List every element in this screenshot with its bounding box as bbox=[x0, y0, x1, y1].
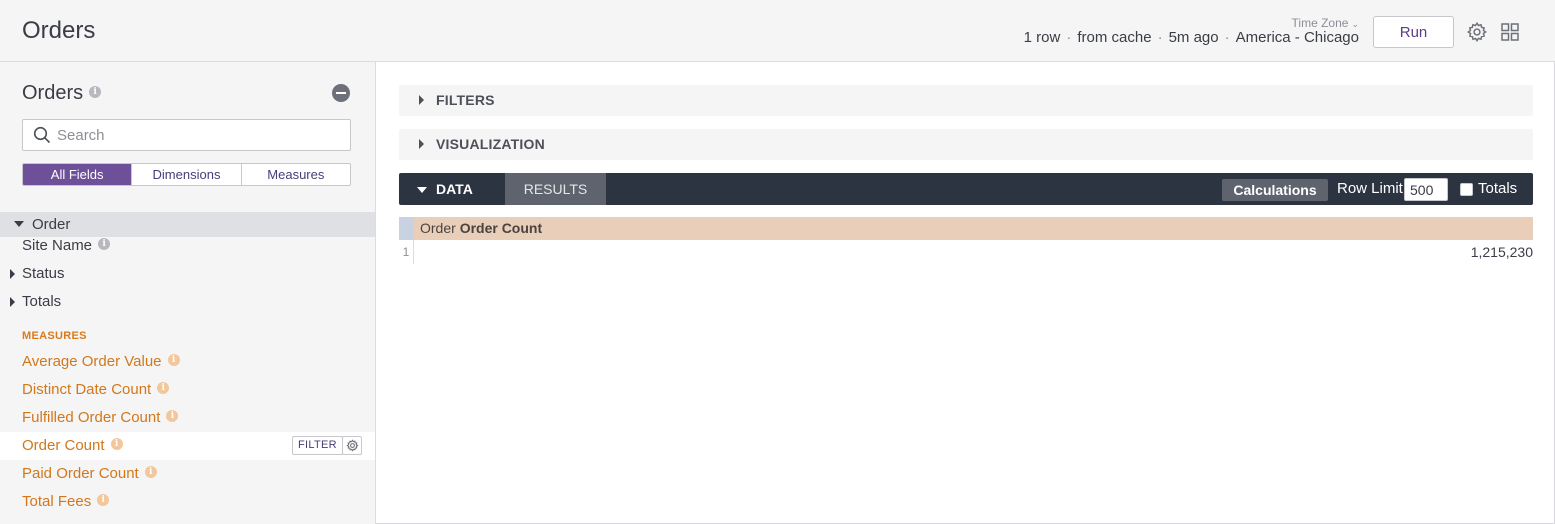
cell-order-count: 1,215,230 bbox=[1470, 244, 1533, 260]
dimension-label: Totals bbox=[22, 293, 62, 310]
row-limit-label: Row Limit bbox=[1337, 180, 1403, 197]
measure-label-text: Order Count bbox=[22, 437, 105, 454]
measure-average-order-value[interactable]: Average Order Value i bbox=[0, 348, 375, 376]
visualization-section[interactable]: VISUALIZATION bbox=[399, 129, 1533, 160]
search-input[interactable] bbox=[57, 120, 347, 150]
dimension-label-text: Site Name bbox=[22, 237, 93, 254]
info-icon[interactable]: i bbox=[97, 494, 110, 507]
filters-section[interactable]: FILTERS bbox=[399, 85, 1533, 116]
time-zone-label[interactable]: Time Zone ⌄ bbox=[1292, 16, 1359, 30]
tab-all-fields[interactable]: All Fields bbox=[23, 164, 133, 185]
row-limit-input[interactable] bbox=[1404, 178, 1448, 201]
filter-by-field-button[interactable]: FILTER bbox=[292, 436, 343, 455]
measure-total-fees[interactable]: Total Fees i bbox=[0, 488, 375, 516]
tab-dimensions[interactable]: Dimensions bbox=[132, 164, 242, 185]
visualization-label: VISUALIZATION bbox=[436, 136, 545, 152]
caret-right-icon bbox=[10, 297, 15, 307]
data-tab-label: DATA bbox=[436, 181, 473, 197]
dimension-group-status[interactable]: Status bbox=[0, 260, 375, 288]
info-icon[interactable]: i bbox=[166, 410, 179, 423]
table-header-row: Order Order Count bbox=[399, 217, 1533, 240]
column-header-order-count[interactable]: Order Order Count bbox=[420, 217, 542, 240]
totals-checkbox[interactable] bbox=[1460, 183, 1473, 196]
filters-label: FILTERS bbox=[436, 92, 495, 108]
totals-label: Totals bbox=[1478, 180, 1518, 197]
dimension-site-name[interactable]: Site Name i bbox=[0, 232, 375, 260]
collapse-sidebar-icon[interactable] bbox=[332, 84, 350, 102]
info-icon[interactable]: i bbox=[157, 382, 170, 395]
chevron-down-icon: ⌄ bbox=[1351, 19, 1359, 29]
info-icon[interactable]: i bbox=[144, 466, 157, 479]
dimension-label: Site Name i bbox=[22, 232, 111, 260]
dimension-group-totals[interactable]: Totals bbox=[0, 288, 375, 316]
dashboard-grid-icon[interactable] bbox=[1500, 22, 1520, 42]
caret-down-icon bbox=[14, 221, 24, 227]
run-button[interactable]: Run bbox=[1373, 16, 1454, 48]
field-type-tabs: All Fields Dimensions Measures bbox=[22, 163, 351, 186]
measure-label: Total Fees i bbox=[22, 488, 110, 516]
separator-dot: · bbox=[1066, 29, 1072, 46]
info-icon[interactable]: i bbox=[167, 354, 180, 367]
info-icon[interactable]: i bbox=[98, 238, 111, 251]
measure-label-text: Fulfilled Order Count bbox=[22, 409, 161, 426]
measure-label: Paid Order Count i bbox=[22, 460, 157, 488]
measure-paid-order-count[interactable]: Paid Order Count i bbox=[0, 460, 375, 488]
separator-dot: · bbox=[1224, 29, 1230, 46]
column-view-name: Order bbox=[420, 220, 456, 236]
measure-label: Order Count i bbox=[22, 432, 123, 460]
measure-label: Fulfilled Order Count i bbox=[22, 404, 179, 432]
gear-icon bbox=[346, 439, 359, 452]
row-index-header bbox=[399, 217, 414, 240]
search-icon bbox=[33, 126, 51, 144]
info-icon[interactable]: i bbox=[110, 438, 123, 451]
table-row: 1 1,215,230 bbox=[399, 240, 1533, 264]
time-zone-value[interactable]: America - Chicago bbox=[1236, 29, 1359, 46]
caret-right-icon bbox=[10, 269, 15, 279]
search-box bbox=[22, 119, 351, 151]
measure-label-text: Average Order Value bbox=[22, 353, 162, 370]
measure-label-text: Total Fees bbox=[22, 493, 92, 510]
explore-title-text: Orders bbox=[22, 82, 84, 104]
caret-right-icon bbox=[419, 95, 424, 105]
row-count: 1 row bbox=[1023, 29, 1061, 46]
measure-label-text: Paid Order Count bbox=[22, 465, 139, 482]
measure-order-count[interactable]: Order Count i FILTER bbox=[0, 432, 375, 460]
separator-dot: · bbox=[1157, 29, 1163, 46]
column-field-name: Order Count bbox=[459, 220, 543, 236]
field-options-button[interactable] bbox=[342, 436, 362, 455]
tab-data[interactable]: DATA bbox=[399, 173, 505, 205]
field-picker-sidebar: Ordersi All Fields Dimensions Measures O… bbox=[0, 62, 376, 524]
cache-status: from cache bbox=[1077, 29, 1152, 46]
time-zone-text: Time Zone bbox=[1291, 16, 1349, 30]
caret-right-icon bbox=[419, 139, 424, 149]
measure-label-text: Distinct Date Count bbox=[22, 381, 152, 398]
gear-icon[interactable] bbox=[1466, 21, 1488, 43]
measure-label: Average Order Value i bbox=[22, 348, 180, 376]
view-group-label: Order bbox=[32, 216, 71, 233]
run-age: 5m ago bbox=[1168, 29, 1219, 46]
measure-distinct-date-count[interactable]: Distinct Date Count i bbox=[0, 376, 375, 404]
run-meta: 1 row · from cache · 5m ago · America - Chicag… bbox=[1024, 29, 1359, 46]
measure-label: Distinct Date Count i bbox=[22, 376, 170, 404]
info-icon[interactable]: i bbox=[89, 85, 102, 98]
explore-title: Orders i bbox=[22, 82, 102, 105]
caret-down-icon bbox=[417, 187, 427, 193]
row-index: 1 bbox=[399, 240, 414, 264]
page-title: Orders bbox=[22, 17, 96, 44]
tab-measures[interactable]: Measures bbox=[242, 164, 350, 185]
data-toolbar: DATA RESULTS Calculations Row Limit Tota… bbox=[399, 173, 1533, 205]
measures-heading: MEASURES bbox=[22, 330, 87, 342]
page-header: Orders Time Zone ⌄ 1 row · from cache · 5m ag… bbox=[0, 0, 1555, 62]
calculations-button[interactable]: Calculations bbox=[1222, 179, 1328, 201]
measure-fulfilled-order-count[interactable]: Fulfilled Order Count i bbox=[0, 404, 375, 432]
dimension-label: Status bbox=[22, 265, 65, 282]
tab-results[interactable]: RESULTS bbox=[505, 173, 606, 205]
